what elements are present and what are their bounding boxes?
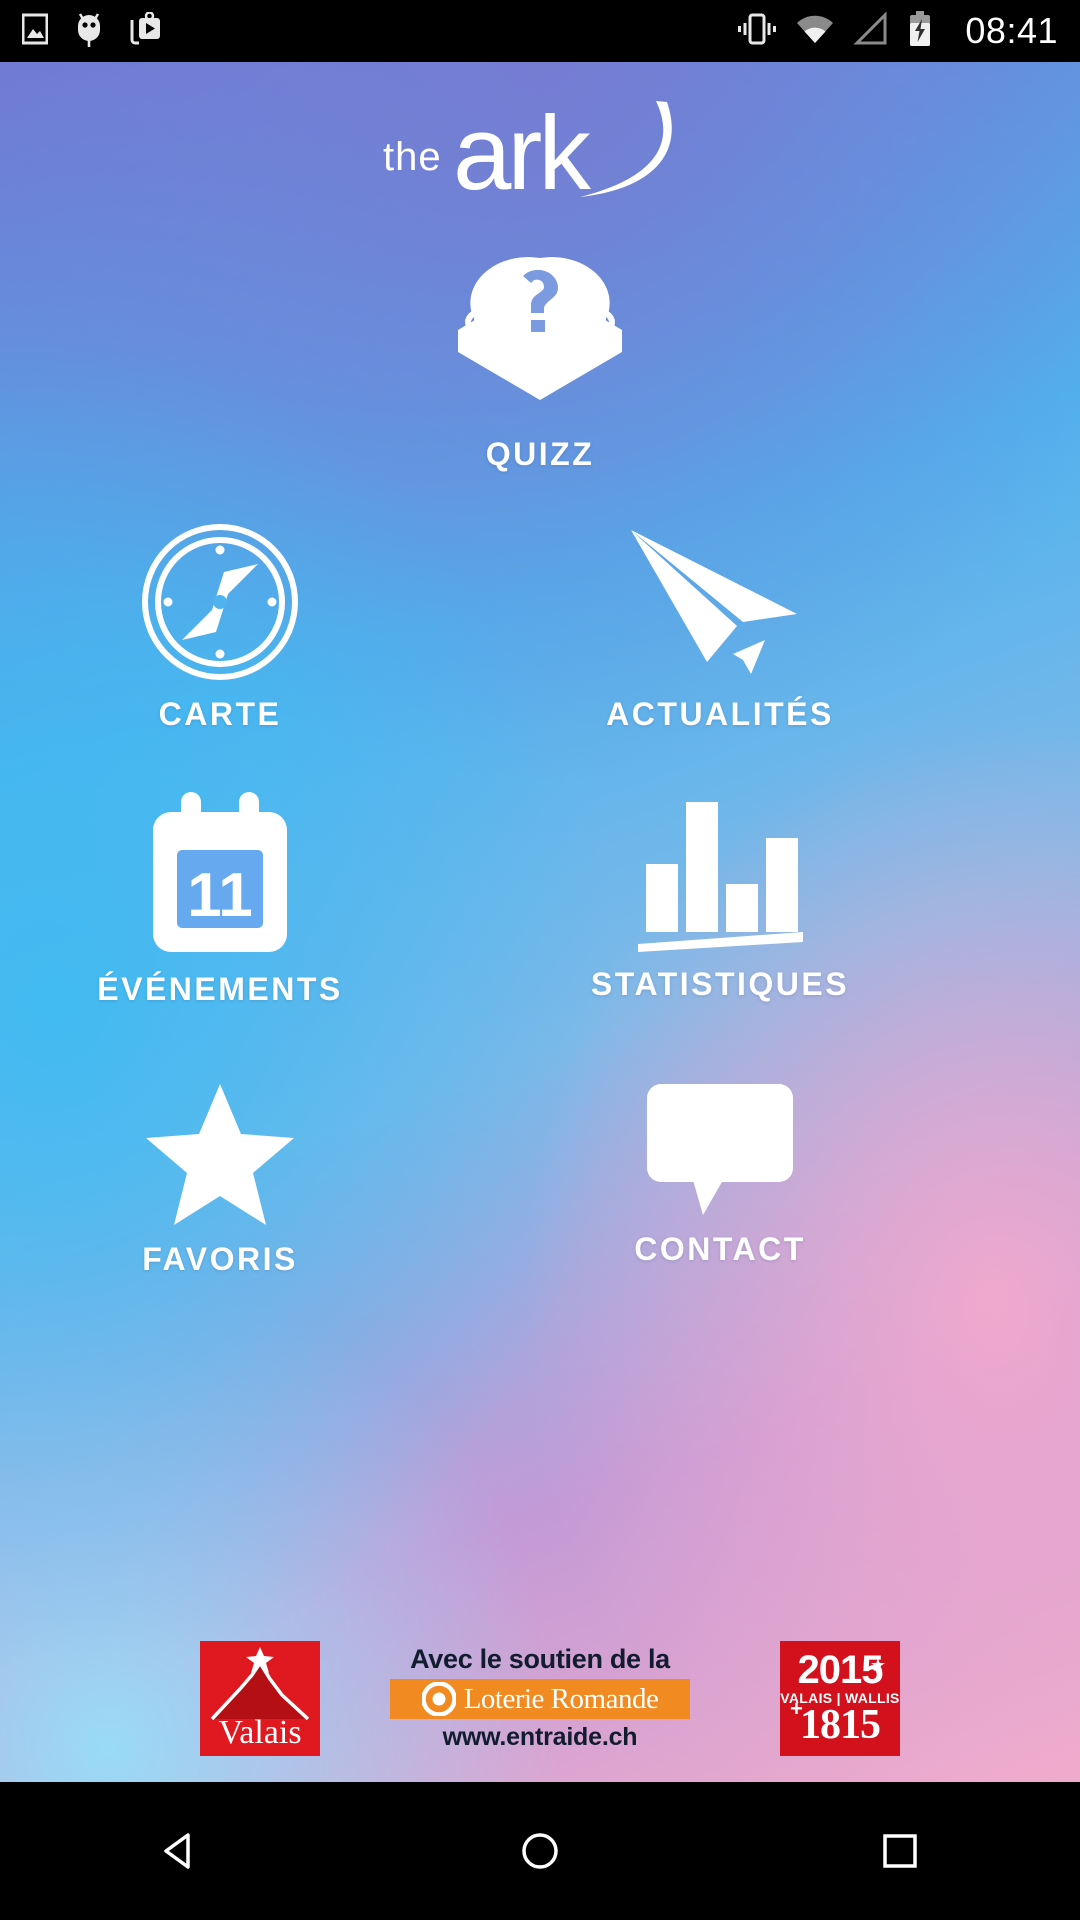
cell-signal-icon bbox=[853, 10, 889, 51]
valais-logo: Valais bbox=[200, 1640, 320, 1756]
star-icon bbox=[145, 1082, 295, 1227]
bar-chart-icon bbox=[637, 792, 803, 952]
menu-label-evenements: ÉVÉNEMENTS bbox=[97, 971, 343, 1007]
entraide-url[interactable]: www.entraide.ch bbox=[390, 1723, 690, 1752]
loterie-romande-logo[interactable]: Loterie Romande bbox=[390, 1679, 690, 1719]
phone-screen: 08:41 the ark QUIZZ CARTE ACTUALITÉS 11 … bbox=[0, 0, 1080, 1920]
menu-label-favoris: FAVORIS bbox=[142, 1241, 298, 1277]
media-play-icon bbox=[130, 10, 162, 51]
valais-wordmark: Valais bbox=[218, 1713, 302, 1751]
recents-square-icon bbox=[883, 1834, 917, 1868]
vibrate-icon bbox=[737, 12, 777, 51]
menu-item-carte[interactable]: CARTE bbox=[60, 522, 380, 733]
status-bar: 08:41 bbox=[0, 0, 1080, 62]
compass-icon bbox=[140, 522, 300, 682]
loterie-romande-wordmark: Loterie Romande bbox=[463, 1682, 659, 1715]
anniversary-plus-sign: + bbox=[790, 1695, 803, 1721]
menu-item-actualites[interactable]: ACTUALITÉS bbox=[500, 522, 940, 733]
home-circle-icon bbox=[522, 1833, 558, 1869]
status-bar-right-icons: 08:41 bbox=[737, 10, 1058, 52]
menu-item-contact[interactable]: CONTACT bbox=[500, 1082, 940, 1268]
android-navigation-bar bbox=[0, 1782, 1080, 1920]
anniversary-origin-year: 1815 bbox=[800, 1702, 881, 1749]
back-triangle-icon bbox=[164, 1833, 190, 1869]
quiz-buzzer-icon bbox=[440, 252, 640, 422]
nav-home-button[interactable] bbox=[480, 1782, 600, 1920]
nav-back-button[interactable] bbox=[120, 1782, 240, 1920]
battery-charging-icon bbox=[907, 10, 933, 52]
menu-item-statistiques[interactable]: STATISTIQUES bbox=[480, 792, 960, 1003]
speech-bubble-icon bbox=[645, 1082, 795, 1217]
home-screen-background: the ark QUIZZ CARTE ACTUALITÉS 11 ÉVÉNEM… bbox=[0, 62, 1080, 1782]
calendar-icon: 11 bbox=[145, 792, 295, 957]
menu-label-carte: CARTE bbox=[158, 696, 282, 732]
loterie-romande-block: Avec le soutien de la Loterie Romande ww… bbox=[390, 1644, 690, 1752]
calendar-day-number: 11 bbox=[187, 861, 253, 930]
sponsor-bar: Valais Avec le soutien de la Loterie Rom… bbox=[0, 1638, 1080, 1758]
sponsor-support-text: Avec le soutien de la bbox=[410, 1644, 670, 1674]
menu-label-contact: CONTACT bbox=[634, 1231, 806, 1267]
image-icon bbox=[21, 12, 49, 51]
status-bar-left-icons bbox=[21, 10, 162, 53]
menu-label-quizz: QUIZZ bbox=[485, 436, 595, 472]
status-bar-clock: 08:41 bbox=[965, 10, 1058, 51]
anniversary-2015-logo: ★ + 2015 VALAIS | WALLIS 1815 bbox=[780, 1640, 900, 1756]
nav-recents-button[interactable] bbox=[840, 1782, 960, 1920]
menu-item-quizz[interactable]: QUIZZ bbox=[290, 252, 790, 473]
android-debug-icon bbox=[74, 10, 104, 53]
paper-plane-icon bbox=[625, 522, 815, 682]
menu-item-favoris[interactable]: FAVORIS bbox=[60, 1082, 380, 1278]
anniversary-star-icon: ★ bbox=[869, 1654, 886, 1675]
wifi-icon bbox=[795, 12, 835, 51]
menu-item-evenements[interactable]: 11 ÉVÉNEMENTS bbox=[50, 792, 390, 1008]
menu-grid: QUIZZ CARTE ACTUALITÉS 11 ÉVÉNEMENTS STA… bbox=[0, 62, 1080, 1782]
menu-label-statistiques: STATISTIQUES bbox=[590, 966, 850, 1002]
menu-label-actualites: ACTUALITÉS bbox=[606, 696, 834, 732]
loterie-target-icon bbox=[421, 1682, 456, 1716]
